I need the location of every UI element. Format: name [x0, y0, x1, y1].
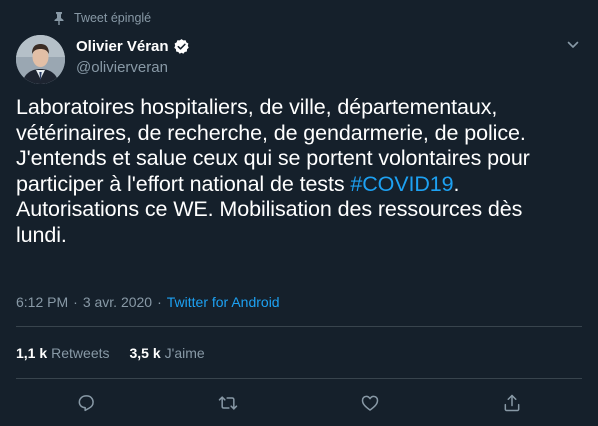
retweets-stat[interactable]: 1,1 k Retweets — [16, 345, 110, 361]
tweet-line-text: participer à l'effort national de tests — [16, 171, 351, 196]
divider — [16, 378, 582, 379]
author-name[interactable]: Olivier Véran — [76, 38, 169, 55]
divider — [16, 326, 582, 327]
tweet-line: J'entends et salue ceux qui se portent v… — [16, 146, 530, 170]
tweet-source-link[interactable]: Twitter for Android — [167, 294, 280, 310]
tweet-text: Laboratoires hospitaliers, de ville, dép… — [16, 95, 586, 248]
tweet-line-with-hashtag: participer à l'effort national de tests … — [16, 172, 586, 198]
tweet-line: Autorisations ce WE. Mobilisation des re… — [16, 197, 523, 221]
retweets-count: 1,1 k — [16, 345, 48, 361]
meta-separator: · — [73, 294, 78, 310]
share-icon[interactable] — [501, 392, 523, 414]
tweet-line: vétérinaires, de recherche, de gendarmer… — [16, 120, 526, 145]
meta-separator: · — [157, 294, 162, 310]
heart-icon[interactable] — [359, 392, 381, 414]
pinned-label: Tweet épinglé — [74, 11, 152, 25]
pinned-indicator: Tweet épinglé — [52, 11, 151, 25]
author-block[interactable]: Olivier Véran @olivierveran — [76, 37, 190, 76]
hashtag-suffix: . — [453, 171, 460, 196]
avatar[interactable] — [16, 35, 65, 84]
chevron-down-icon[interactable] — [564, 36, 582, 54]
tweet-card[interactable]: Tweet épinglé Olivier Véran @oliviervera… — [0, 0, 598, 426]
likes-count: 3,5 k — [129, 345, 161, 361]
likes-stat[interactable]: 3,5 k J'aime — [130, 345, 205, 361]
reply-icon[interactable] — [75, 392, 97, 414]
tweet-meta: 6:12 PM · 3 avr. 2020 · Twitter for Andr… — [16, 294, 280, 310]
verified-badge-icon — [173, 38, 190, 55]
tweet-actions — [0, 388, 598, 416]
tweet-line: lundi. — [16, 222, 67, 247]
retweet-icon[interactable] — [217, 392, 239, 414]
likes-label: J'aime — [164, 345, 205, 361]
pin-icon — [52, 11, 66, 25]
tweet-time[interactable]: 6:12 PM — [16, 294, 68, 310]
tweet-line: Laboratoires hospitaliers, de ville, dép… — [16, 95, 498, 119]
hashtag-link[interactable]: #COVID19 — [350, 172, 453, 196]
tweet-stats: 1,1 k Retweets 3,5 k J'aime — [16, 345, 225, 361]
retweets-label: Retweets — [51, 345, 110, 361]
author-handle[interactable]: @olivierveran — [76, 59, 190, 76]
tweet-date[interactable]: 3 avr. 2020 — [83, 294, 152, 310]
